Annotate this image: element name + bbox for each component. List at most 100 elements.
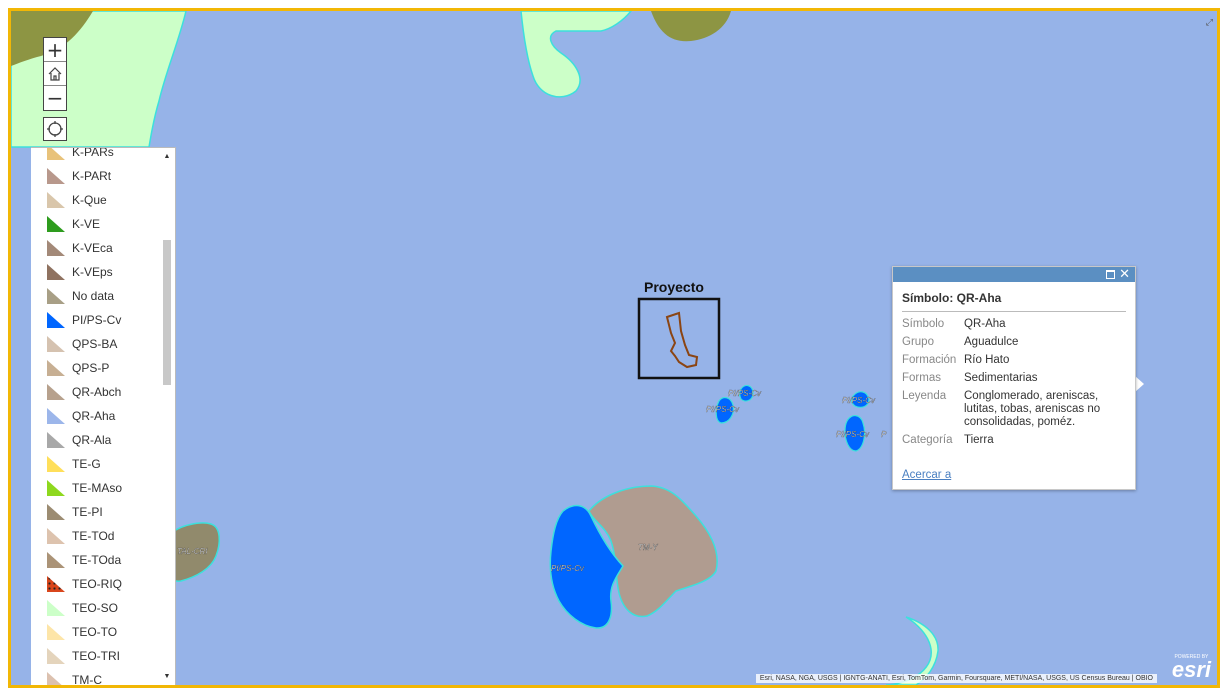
popup-pointer: [1135, 376, 1144, 392]
legend-scrollbar[interactable]: ▲ ▼: [161, 150, 173, 682]
legend-swatch: [47, 240, 65, 256]
popup-field-value: Tierra: [964, 434, 994, 446]
popup-field-key: Categoría: [902, 434, 953, 446]
legend-swatch: [47, 576, 65, 592]
popup-field-value: Río Hato: [964, 354, 1010, 366]
legend-label: K-PARt: [72, 169, 112, 183]
legend-item: K-PARs: [31, 147, 159, 164]
legend-item: TE-TOd: [31, 524, 159, 548]
project-outline: [665, 311, 699, 369]
legend-item: K-Que: [31, 188, 159, 212]
legend-label: QR-Ala: [72, 433, 112, 447]
legend-swatch: [47, 504, 65, 520]
legend-swatch: [47, 360, 65, 376]
legend-item: TE-G: [31, 452, 159, 476]
legend-label: QPS-BA: [72, 337, 118, 351]
map-frame: Proyecto PI/PS-Cv PI/PS-Cv PI/PS-Cv PI/P…: [8, 8, 1220, 688]
zoom-control: + −: [43, 37, 67, 111]
esri-logo[interactable]: POWERED BY esri: [1172, 654, 1211, 683]
legend-swatch: [47, 672, 65, 685]
legend-swatch: [47, 648, 65, 664]
legend-label: TE-MAso: [72, 481, 123, 495]
legend-item: TEO-RIQ: [31, 572, 159, 596]
legend-item: QPS-BA: [31, 332, 159, 356]
legend-swatch: [47, 216, 65, 232]
legend-item: No data: [31, 284, 159, 308]
home-icon: [48, 66, 62, 81]
legend-item: QPS-P: [31, 356, 159, 380]
popup-row: Grupo Aguadulce: [902, 336, 1126, 349]
popup-field-value: Conglomerado, areniscas, lutitas, tobas,…: [964, 390, 1101, 428]
scroll-thumb[interactable]: [163, 240, 171, 385]
legend-label: K-Que: [72, 193, 107, 207]
legend-label: QR-Abch: [72, 385, 122, 399]
popup-row: Formación Río Hato: [902, 354, 1126, 367]
legend-item: K-VE: [31, 212, 159, 236]
home-button[interactable]: [44, 62, 66, 86]
legend-label: TE-TOda: [72, 553, 122, 567]
legend-item: QR-Aha: [31, 404, 159, 428]
locate-icon: [47, 121, 63, 137]
legend-label: K-VEps: [72, 265, 113, 279]
legend-item: K-VEps: [31, 260, 159, 284]
legend-label: K-PARs: [72, 147, 114, 159]
label-tal-cri: TAL-CRI: [177, 547, 208, 556]
legend-swatch: [47, 312, 65, 328]
scroll-up-arrow[interactable]: ▲: [162, 152, 172, 162]
legend-swatch: [47, 384, 65, 400]
scroll-down-arrow[interactable]: ▼: [162, 672, 172, 682]
legend-label: TEO-TRI: [72, 649, 120, 663]
legend-label: K-VEca: [72, 241, 113, 255]
label-plps-cv-small-1: PI/PS-Cv: [706, 405, 740, 414]
label-plps-cv-large: PI/PS-Cv: [551, 564, 585, 573]
legend-label: TE-G: [72, 457, 101, 471]
legend-swatch: [47, 288, 65, 304]
legend-item: TEO-SO: [31, 596, 159, 620]
legend-label: TM-C: [72, 673, 102, 687]
legend-item: QR-Abch: [31, 380, 159, 404]
legend-item: TE-MAso: [31, 476, 159, 500]
legend-item: TE-TOda: [31, 548, 159, 572]
popup-field-key: Leyenda: [902, 390, 947, 402]
label-plps-cv-east-2: PI/PS-Cv: [836, 430, 870, 439]
maximize-icon[interactable]: [1106, 270, 1115, 279]
legend-label: TE-PI: [72, 505, 103, 519]
legend-item: PI/PS-Cv: [31, 308, 159, 332]
label-tm-y: TM-Y: [638, 543, 658, 552]
legend-label: TEO-SO: [72, 601, 119, 615]
legend-swatch: [47, 192, 65, 208]
label-plps-cv-small-2: PI/PS-Cv: [728, 389, 762, 398]
legend-label: K-VE: [72, 217, 101, 231]
legend-item: QR-Ala: [31, 428, 159, 452]
locate-button[interactable]: [43, 117, 67, 141]
close-icon[interactable]: ✕: [1119, 266, 1130, 281]
legend-swatch: [47, 624, 65, 640]
popup-row: Formas Sedimentarias: [902, 372, 1126, 385]
feature-popup: ✕ Símbolo: QR-Aha Símbolo QR-Aha Grupo Agua…: [892, 266, 1136, 490]
expand-icon[interactable]: ⤢: [1206, 17, 1213, 28]
popup-row: Leyenda Conglomerado, areniscas, lutitas,…: [902, 390, 1126, 429]
esri-name: esri: [1171, 657, 1211, 682]
popup-field-value: Aguadulce: [964, 336, 1019, 348]
project-box[interactable]: [637, 297, 721, 380]
popup-field-value: Sedimentarias: [964, 372, 1038, 384]
legend-swatch: [47, 528, 65, 544]
popup-field-key: Grupo: [902, 336, 934, 348]
zoom-out-button[interactable]: −: [44, 86, 66, 110]
land-olive-north: [651, 11, 731, 42]
legend-swatch: [47, 552, 65, 568]
popup-field-key: Formas: [902, 372, 941, 384]
popup-row: Símbolo QR-Aha: [902, 318, 1126, 331]
legend-label: TEO-TO: [72, 625, 118, 639]
legend-item: TM-C: [31, 668, 159, 687]
legend-panel[interactable]: K-PARs K-PARt K-Que K-VE K-VEca K-VEps No data…: [31, 147, 176, 687]
legend-label: PI/PS-Cv: [72, 313, 122, 327]
popup-attributes: Símbolo QR-Aha Grupo Aguadulce Formación Río …: [902, 318, 1126, 447]
popup-field-key: Símbolo: [902, 318, 945, 330]
zoom-to-link[interactable]: Acercar a: [902, 469, 951, 481]
legend-list: K-PARs K-PARt K-Que K-VE K-VEca K-VEps No data…: [31, 147, 159, 687]
zoom-in-button[interactable]: +: [44, 38, 66, 62]
legend-label: No data: [72, 289, 115, 303]
legend-item: K-PARt: [31, 164, 159, 188]
legend-label: QR-Aha: [72, 409, 116, 423]
